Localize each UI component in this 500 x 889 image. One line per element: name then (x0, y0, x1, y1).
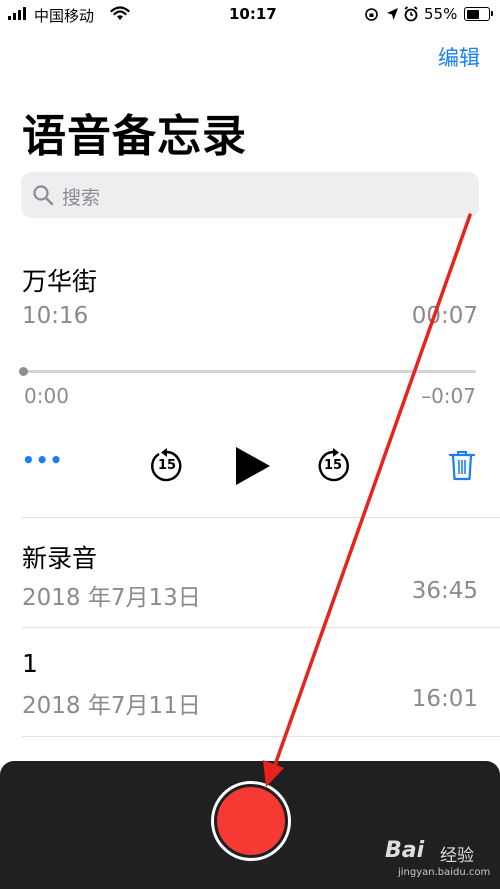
alarm-icon (404, 6, 418, 22)
recording-title[interactable]: 新录音 (22, 539, 97, 575)
skip-forward-seconds: 15 (323, 458, 343, 473)
more-icon: ••• (22, 448, 64, 472)
trash-icon[interactable] (448, 449, 476, 481)
recording-duration: 36:45 (411, 578, 478, 604)
clock: 10:17 (229, 5, 277, 23)
recording-time: 10:16 (22, 303, 89, 329)
divider (22, 517, 500, 518)
skip-forward-button[interactable]: 15 (315, 448, 351, 484)
wifi-icon (110, 6, 130, 20)
orientation-lock-icon (365, 8, 378, 21)
watermark-url: jingyan.baidu.com (398, 867, 491, 878)
carrier-label: 中国移动 (34, 7, 95, 25)
playback-scrubber[interactable] (24, 370, 476, 373)
search-placeholder: 搜索 (62, 187, 101, 209)
search-icon (33, 185, 54, 206)
remaining-time: –0:07 (421, 384, 476, 408)
location-icon (387, 8, 398, 20)
recording-duration: 00:07 (411, 303, 478, 329)
signal-icon (8, 7, 30, 20)
elapsed-time: 0:00 (24, 384, 69, 408)
skip-back-button[interactable]: 15 (149, 448, 185, 484)
skip-back-seconds: 15 (157, 458, 177, 473)
recording-title[interactable]: 万华街 (22, 262, 97, 298)
recording-duration: 16:01 (411, 686, 478, 712)
battery-tip (491, 11, 493, 16)
battery-percent: 55% (424, 5, 458, 23)
watermark-text: 经验 (440, 846, 474, 866)
recording-date: 2018 年7月13日 (22, 585, 201, 611)
status-bar: 中国移动 10:17 55% (0, 0, 500, 30)
more-button[interactable]: ••• (22, 448, 62, 478)
recording-date: 2018 年7月11日 (22, 693, 201, 719)
page-title: 语音备忘录 (22, 111, 247, 162)
divider (22, 736, 500, 737)
play-icon[interactable] (235, 446, 271, 486)
recording-title[interactable]: 1 (22, 649, 38, 678)
watermark-logo: Bai (385, 838, 425, 863)
edit-button[interactable]: 编辑 (438, 42, 480, 72)
divider (22, 627, 500, 628)
battery-icon (464, 7, 490, 21)
record-button[interactable] (217, 787, 285, 855)
scrubber-handle[interactable] (19, 367, 28, 376)
